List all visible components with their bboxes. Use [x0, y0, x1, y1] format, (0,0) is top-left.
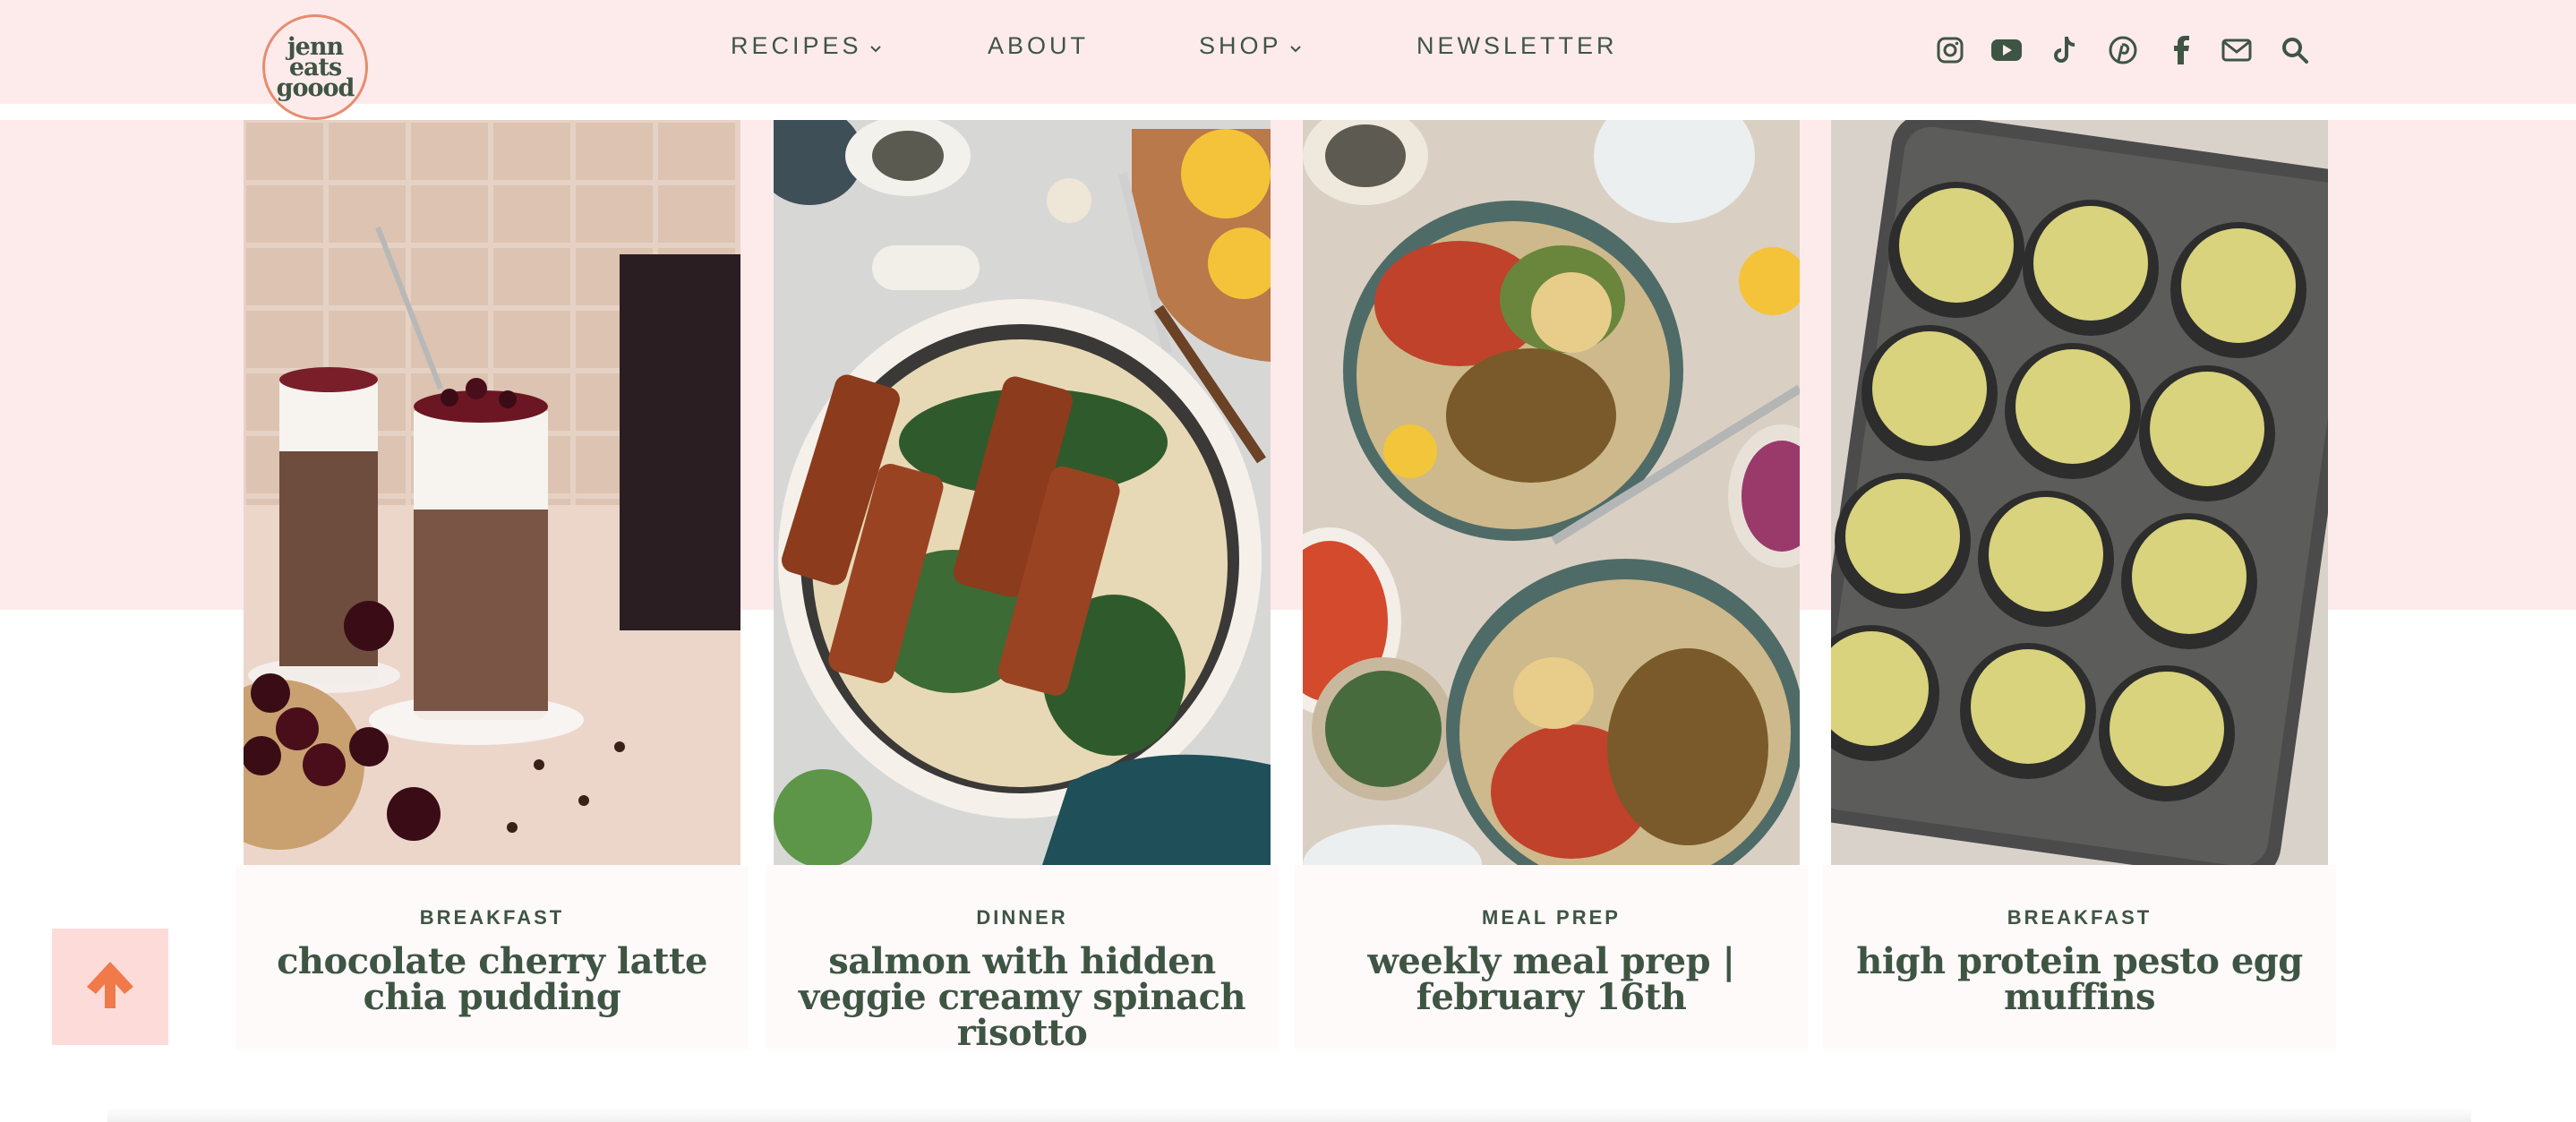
pinterest-icon[interactable] — [2107, 32, 2139, 68]
card-image-meal-prep[interactable] — [1303, 120, 1800, 865]
youtube-icon[interactable] — [1990, 32, 2023, 68]
mail-icon[interactable] — [2221, 32, 2253, 68]
card-image-egg-muffins[interactable] — [1831, 120, 2328, 865]
tiktok-icon[interactable] — [2049, 32, 2081, 68]
card-title[interactable]: chocolate cherry latte chia pudding — [235, 944, 749, 1015]
nav-newsletter-label: NEWSLETTER — [1416, 32, 1618, 59]
footer-edge — [107, 1107, 2471, 1122]
nav-shop-label: SHOP — [1199, 32, 1282, 59]
nav-recipes[interactable]: RECIPES — [731, 32, 882, 60]
card-body-3: MEAL PREP weekly meal prep | february 16… — [1295, 865, 1808, 1049]
nav-recipes-label: RECIPES — [731, 32, 862, 59]
facebook-icon[interactable] — [2165, 32, 2197, 68]
card-title[interactable]: salmon with hidden veggie creamy spinach… — [766, 944, 1279, 1051]
search-icon[interactable] — [2279, 32, 2311, 68]
card-category[interactable]: BREAKFAST — [235, 906, 749, 929]
card-category[interactable]: BREAKFAST — [1823, 906, 2336, 929]
card-image-salmon-risotto[interactable] — [774, 120, 1271, 865]
card-body-2: DINNER salmon with hidden veggie creamy … — [766, 865, 1279, 1051]
arrow-up-icon — [81, 956, 139, 1018]
site-logo[interactable]: jenn eats goood — [262, 14, 368, 120]
nav-about-label: ABOUT — [988, 32, 1090, 59]
chevron-down-icon — [1289, 32, 1302, 60]
chevron-down-icon — [869, 32, 882, 60]
nav-shop[interactable]: SHOP — [1199, 32, 1302, 60]
card-category[interactable]: DINNER — [766, 906, 1279, 929]
card-title[interactable]: high protein pesto egg muffins — [1823, 944, 2336, 1015]
nav-newsletter[interactable]: NEWSLETTER — [1416, 32, 1618, 60]
logo-line-3: goood — [276, 73, 355, 102]
card-category[interactable]: MEAL PREP — [1295, 906, 1808, 929]
instagram-icon[interactable] — [1934, 32, 1966, 68]
back-to-top-button[interactable] — [52, 929, 168, 1045]
nav-about[interactable]: ABOUT — [988, 32, 1089, 60]
card-body-4: BREAKFAST high protein pesto egg muffins — [1823, 865, 2336, 1049]
card-image-chia-pudding[interactable] — [244, 120, 740, 865]
card-title[interactable]: weekly meal prep | february 16th — [1295, 944, 1808, 1015]
card-body-1: BREAKFAST chocolate cherry latte chia pu… — [235, 865, 749, 1049]
